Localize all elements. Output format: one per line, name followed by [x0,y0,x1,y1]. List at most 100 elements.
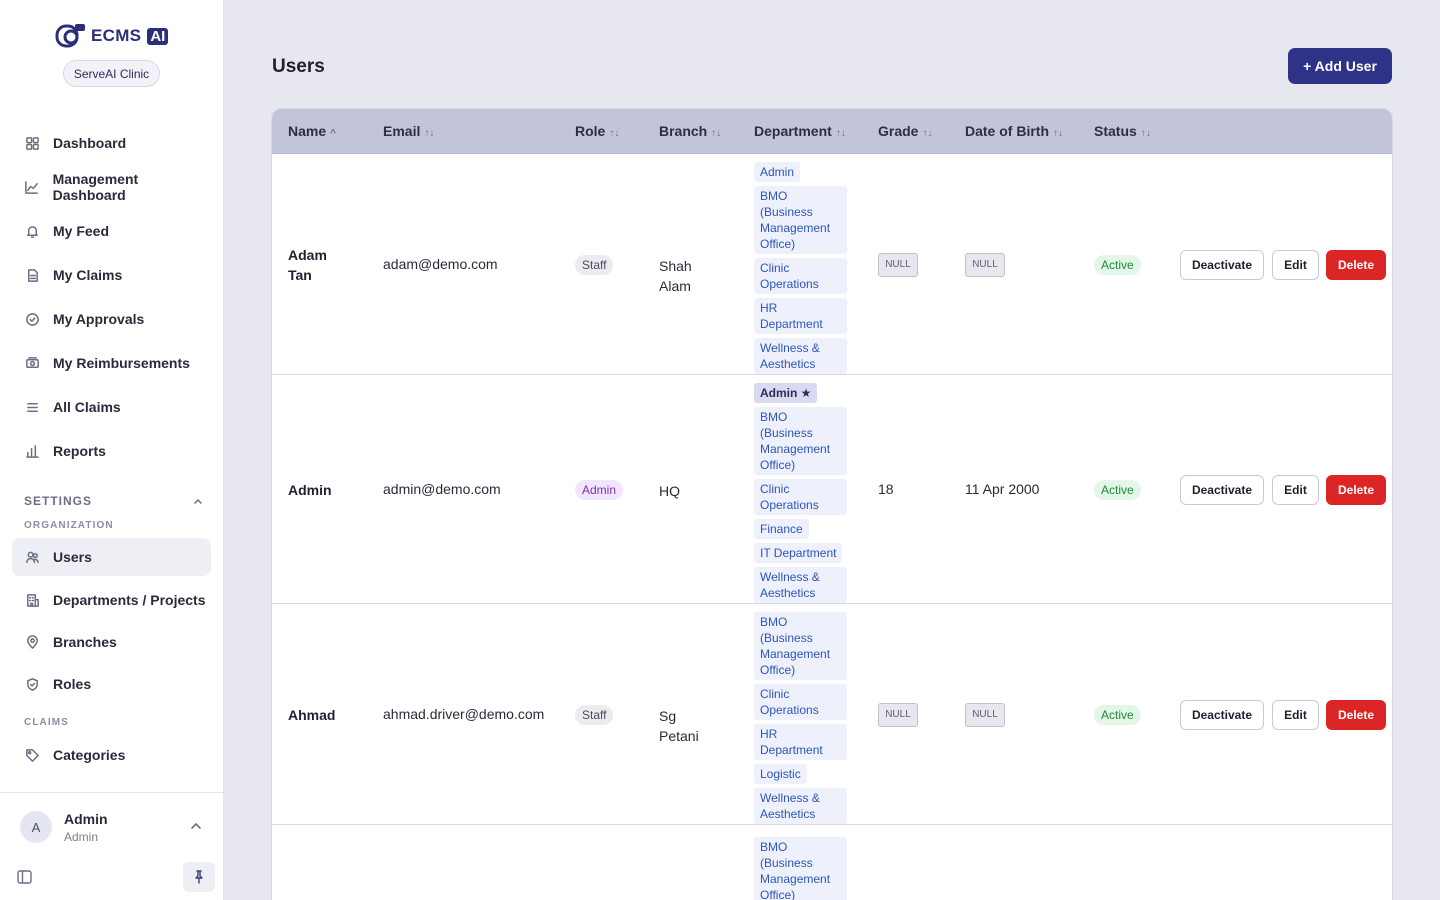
dob-null-badge: NULL [965,702,1005,727]
sidebar-item-users[interactable]: Users [12,538,211,576]
sidebar-item-label: All Claims [53,399,121,415]
deactivate-button[interactable]: Deactivate [1180,249,1264,280]
edit-button[interactable]: Edit [1272,474,1319,505]
money-icon [24,355,40,371]
column-header-label: Branch [659,123,708,139]
sort-icon: ↑↓ [1140,128,1151,139]
department-tag: Clinic Operations [754,479,847,515]
sidebar-item-dashboard[interactable]: Dashboard [12,124,211,162]
sort-icon: ↑↓ [424,128,435,139]
edit-button[interactable]: Edit [1272,699,1319,730]
sidebar-item-my-reimbursements[interactable]: My Reimbursements [12,344,211,382]
sidebar-item-branches[interactable]: Branches [12,623,211,661]
sidebar-item-roles[interactable]: Roles [12,665,211,703]
users-icon [24,549,40,565]
deactivate-button[interactable]: Deactivate [1180,474,1264,505]
column-header-name[interactable]: Name ^ [288,123,336,139]
claims-label: CLAIMS [24,717,69,728]
map-pin-icon [24,634,40,650]
logo-icon [55,24,85,48]
sidebar-item-management-dashboard[interactable]: Management Dashboard [12,168,211,206]
column-header-label: Role [575,123,606,139]
sidebar-item-categories[interactable]: Categories [12,736,211,774]
department-tag: Finance [754,519,809,539]
department-tag: Admin ★ [754,383,818,403]
column-header-department[interactable]: Department ↑↓ [754,123,846,139]
app-logo[interactable]: ECMS AI [55,22,169,50]
user-name: Ahmad [288,706,336,723]
department-tag: HR Department [754,298,847,334]
deactivate-button[interactable]: Deactivate [1180,699,1264,730]
department-tag: BMO (Business Management Office) [754,612,847,680]
department-list: Admin ★ BMO (Business Management Office) C… [754,383,847,603]
grade-null-badge: NULL [878,252,918,277]
pin-icon [195,870,203,884]
sort-asc-icon: ^ [330,128,336,139]
column-header-date-of-birth[interactable]: Date of Birth ↑↓ [965,123,1063,139]
clinic-badge[interactable]: ServeAI Clinic [63,60,160,87]
chevron-up-icon[interactable] [189,819,203,833]
column-header-status[interactable]: Status ↑↓ [1094,123,1151,139]
department-tag: Wellness & Aesthetics [754,567,847,603]
department-list: BMO (Business Management Office)Clinic O… [754,837,847,900]
sort-icon: ↑↓ [711,128,722,139]
column-header-label: Grade [878,123,919,139]
department-tag: Admin [754,162,801,182]
settings-label: SETTINGS [24,494,93,508]
column-header-email[interactable]: Email ↑↓ [383,123,434,139]
column-header-branch[interactable]: Branch ↑↓ [659,123,721,139]
table-row: BMO (Business Management Office)Clinic O… [272,604,1392,825]
sidebar-item-label: Departments / Projects [53,592,206,608]
logo-text: ECMS [91,26,142,45]
sidebar-item-all-claims[interactable]: All Claims [12,388,211,426]
department-tag: Clinic Operations [754,258,847,294]
department-tag: Wellness & Aesthetics [754,338,847,374]
department-tag: IT Department [754,543,843,563]
sidebar-item-my-claims[interactable]: My Claims [12,256,211,294]
department-tag: HR Department [754,724,847,760]
pin-sidebar-button[interactable] [183,862,215,892]
sidebar-item-label: Branches [53,634,117,650]
sidebar-item-label: My Feed [53,223,110,239]
user-branch: Sg Petani [659,707,699,744]
dob-null-badge: NULL [965,252,1005,277]
column-header-grade[interactable]: Grade ↑↓ [878,123,932,139]
column-header-label: Department [754,123,832,139]
table-row: Admin ★ BMO (Business Management Office) C… [272,375,1392,604]
add-user-button[interactable]: + Add User [1288,48,1392,84]
delete-button[interactable]: Delete [1326,474,1386,505]
role-badge: Staff [575,704,614,725]
status-badge: Active [1094,254,1141,275]
user-grade: 18 [878,480,894,497]
department-tag: BMO (Business Management Office) [754,837,847,900]
user-name: Admin [288,481,332,498]
avatar[interactable]: A [20,811,52,843]
user-email: adam@demo.com [383,255,498,272]
sidebar-item-label: My Reimbursements [53,355,190,371]
edit-button[interactable]: Edit [1272,249,1319,280]
department-tag: BMO (Business Management Office) [754,186,847,254]
building-icon [24,592,40,608]
user-name: Adam Tan [288,246,327,283]
settings-section-toggle[interactable]: SETTINGS [24,494,204,508]
sidebar-item-departments-projects[interactable]: Departments / Projects [12,581,211,619]
users-table: Name ^ Email ↑↓ Role ↑↓ Branch ↑↓ Department ↑↓ Gr… [271,108,1393,900]
user-branch: Shah Alam [659,257,692,294]
status-badge: Active [1094,479,1141,500]
sidebar-item-label: Dashboard [53,135,127,151]
bell-icon [24,223,40,239]
table-row: BMO (Business Management Office)Clinic O… [272,825,1392,900]
sidebar-toggle-icon[interactable] [17,870,32,884]
sort-icon: ↑↓ [609,128,620,139]
column-header-label: Name [288,123,327,139]
sort-icon: ↑↓ [1053,128,1063,139]
footer-user-name: Admin [64,811,108,827]
delete-button[interactable]: Delete [1326,699,1386,730]
department-tag: Logistic [754,764,807,784]
sidebar-item-my-approvals[interactable]: My Approvals [12,300,211,338]
column-header-role[interactable]: Role ↑↓ [575,123,619,139]
sidebar-item-my-feed[interactable]: My Feed [12,212,211,250]
file-icon [24,267,40,283]
delete-button[interactable]: Delete [1326,249,1386,280]
sidebar-item-reports[interactable]: Reports [12,432,211,470]
